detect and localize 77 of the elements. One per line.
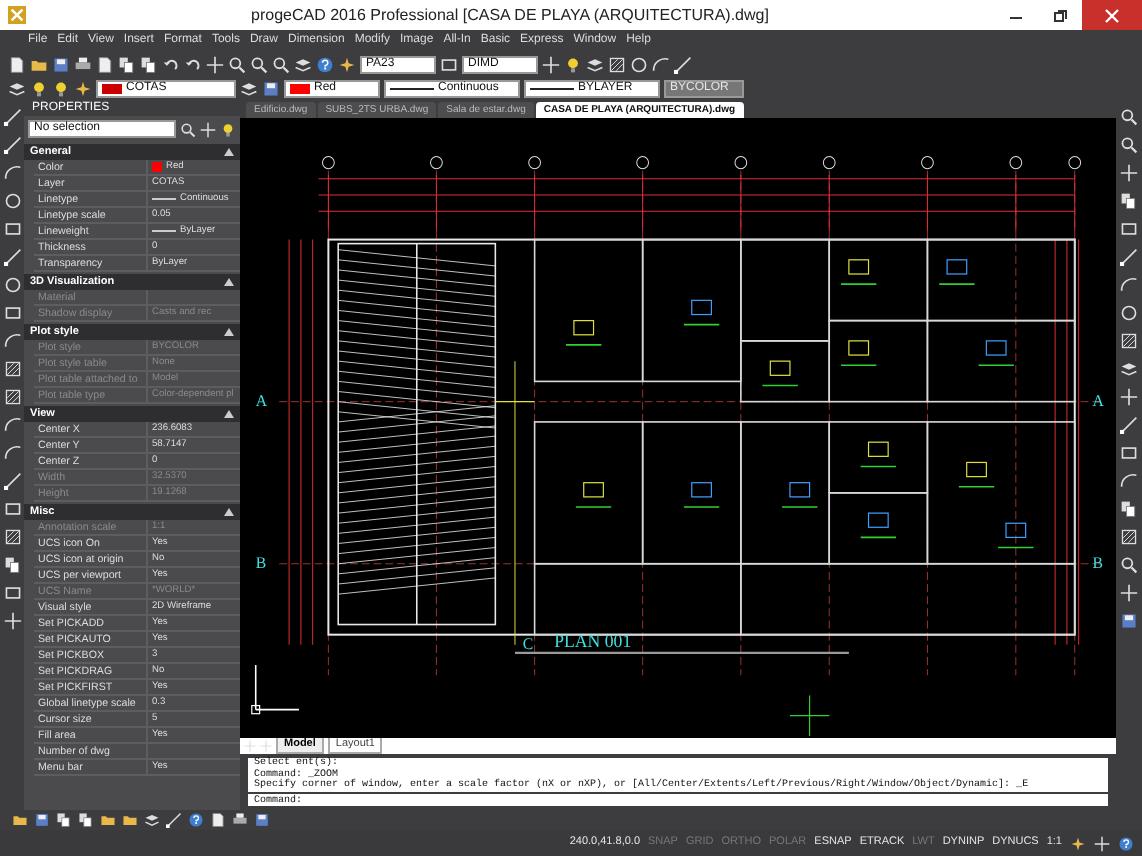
layers-icon[interactable] xyxy=(294,55,312,73)
line-tool-icon[interactable] xyxy=(3,108,21,126)
zoom-icon[interactable] xyxy=(180,121,196,137)
copy-icon[interactable] xyxy=(3,556,21,574)
rectangle-tool-icon[interactable] xyxy=(3,500,21,518)
rectangle-tool-icon[interactable] xyxy=(1120,220,1138,238)
sparkle-icon[interactable] xyxy=(338,55,356,73)
zoom-icon[interactable] xyxy=(1120,556,1138,574)
sparkle-icon[interactable] xyxy=(74,79,92,97)
hatch-tool-icon[interactable] xyxy=(3,528,21,546)
arc-tool-icon[interactable] xyxy=(1120,276,1138,294)
help-icon[interactable] xyxy=(316,55,334,73)
bulb-icon[interactable] xyxy=(564,55,582,73)
arc-tool-icon[interactable] xyxy=(3,332,21,350)
close-button[interactable] xyxy=(1082,0,1142,30)
collapse-arrow-icon[interactable] xyxy=(224,328,234,336)
zoom-icon[interactable] xyxy=(272,55,290,73)
collapse-arrow-icon[interactable] xyxy=(224,148,234,156)
layers-icon[interactable] xyxy=(240,79,258,97)
circle-tool-icon[interactable] xyxy=(3,192,21,210)
zoom-icon[interactable] xyxy=(228,55,246,73)
arc-tool-icon[interactable] xyxy=(652,55,670,73)
line-tool-icon[interactable] xyxy=(3,248,21,266)
zoom-icon[interactable] xyxy=(250,55,268,73)
collapse-arrow-icon[interactable] xyxy=(224,508,234,516)
hatch-tool-icon[interactable] xyxy=(3,388,21,406)
layers-icon[interactable] xyxy=(144,812,160,828)
printer-icon[interactable] xyxy=(74,55,92,73)
layers-icon[interactable] xyxy=(1120,360,1138,378)
arc-tool-icon[interactable] xyxy=(1120,472,1138,490)
circle-tool-icon[interactable] xyxy=(1120,304,1138,322)
axis-label: A xyxy=(255,391,268,410)
line-sample xyxy=(152,230,176,232)
hatch-tool-icon[interactable] xyxy=(3,360,21,378)
line-tool-icon[interactable] xyxy=(674,55,692,73)
collapse-arrow-icon[interactable] xyxy=(224,278,234,286)
line-tool-icon[interactable] xyxy=(166,812,182,828)
help-icon[interactable] xyxy=(1118,835,1134,851)
sparkle-icon[interactable] xyxy=(1070,835,1086,851)
plan-title: PLAN 001 xyxy=(554,630,632,651)
zoom-icon[interactable] xyxy=(1120,136,1138,154)
rectangle-tool-icon[interactable] xyxy=(3,584,21,602)
axis-label: B xyxy=(1092,553,1103,572)
zoom-icon[interactable] xyxy=(1120,108,1138,126)
axis-label: C xyxy=(522,634,534,653)
line-tool-icon[interactable] xyxy=(3,472,21,490)
layer-swatch xyxy=(102,83,122,93)
arc-tool-icon[interactable] xyxy=(3,164,21,182)
rectangle-tool-icon[interactable] xyxy=(3,304,21,322)
hatch-tool-icon[interactable] xyxy=(608,55,626,73)
axis-label: A xyxy=(1092,391,1104,410)
line-tool-icon[interactable] xyxy=(1120,416,1138,434)
bulb-icon[interactable] xyxy=(30,79,48,97)
hatch-tool-icon[interactable] xyxy=(1120,332,1138,350)
hatch-tool-icon[interactable] xyxy=(1120,528,1138,546)
window-title: progeCAD 2016 Professional [CASA DE PLAYA (ARQUITECTURA).dwg] xyxy=(249,3,771,27)
bulb-icon[interactable] xyxy=(220,121,236,137)
restore-icon xyxy=(1052,7,1068,23)
printer-icon[interactable] xyxy=(232,812,248,828)
layers-icon[interactable] xyxy=(586,55,604,73)
help-icon[interactable] xyxy=(188,812,204,828)
bulb-icon[interactable] xyxy=(52,79,70,97)
copy-icon[interactable] xyxy=(1120,500,1138,518)
rectangle-tool-icon[interactable] xyxy=(1120,444,1138,462)
app-logo-icon xyxy=(8,6,26,24)
line-tool-icon[interactable] xyxy=(3,136,21,154)
line-tool-icon[interactable] xyxy=(1120,248,1138,266)
close-icon xyxy=(1104,7,1120,23)
copy-icon[interactable] xyxy=(1120,192,1138,210)
circle-tool-icon[interactable] xyxy=(630,55,648,73)
rectangle-tool-icon[interactable] xyxy=(440,55,458,73)
line-sample xyxy=(152,198,176,200)
collapse-arrow-icon[interactable] xyxy=(224,410,234,418)
circle-tool-icon[interactable] xyxy=(3,276,21,294)
rectangle-tool-icon[interactable] xyxy=(3,220,21,238)
axis-label: B xyxy=(255,553,267,572)
layers-icon[interactable] xyxy=(8,79,26,97)
